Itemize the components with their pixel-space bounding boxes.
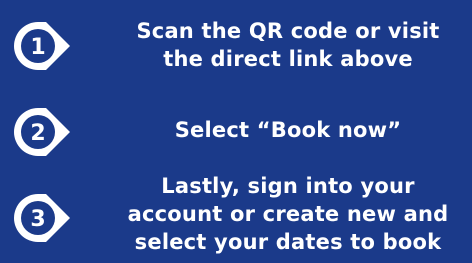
booking-steps-panel: 1 Scan the QR code or visit the direct l… [0,0,472,263]
step-1: 1 Scan the QR code or visit the direct l… [0,10,472,80]
step-3: 3 Lastly, sign into your account or crea… [0,170,472,262]
step-1-line-2: the direct link above [163,47,413,71]
step-2: 2 Select “Book now” [0,98,472,162]
step-1-text: Scan the QR code or visit the direct lin… [110,17,466,73]
step-1-line-1: Scan the QR code or visit [136,19,440,43]
step-2-number: 2 [30,121,45,146]
step-2-number-icon: 2 [10,104,98,160]
step-3-line-3: select your dates to book [134,230,442,254]
step-2-text: Select “Book now” [110,116,466,144]
step-3-number: 3 [30,207,45,232]
step-1-number: 1 [30,35,45,60]
step-3-line-2: account or create new and [127,202,449,226]
step-3-number-icon: 3 [10,190,98,246]
step-3-line-1: Lastly, sign into your [161,174,415,198]
step-2-line-1: Select “Book now” [174,118,402,142]
step-1-number-icon: 1 [10,18,98,74]
step-3-text: Lastly, sign into your account or create… [110,172,466,256]
